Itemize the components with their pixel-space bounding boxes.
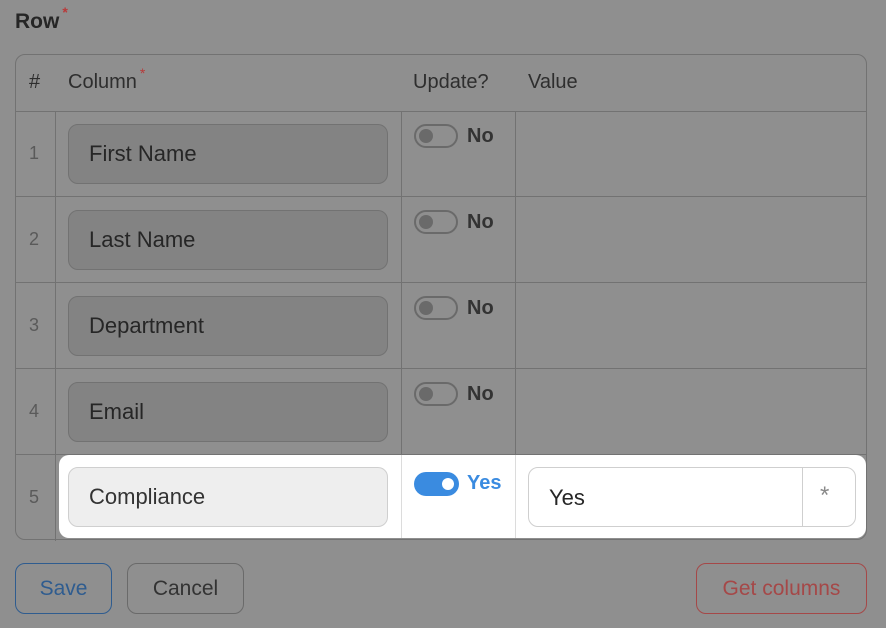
update-toggle-label-active: Yes <box>467 472 502 494</box>
active-row-divider <box>515 455 516 538</box>
table-row: 1 First Name No <box>16 111 866 197</box>
value-input-text[interactable]: Yes <box>549 485 585 511</box>
header-value: Value <box>528 71 578 93</box>
value-field[interactable]: Yes * <box>528 467 856 527</box>
update-toggle[interactable] <box>414 210 458 234</box>
toggle-knob <box>419 129 433 143</box>
row-number: 2 <box>29 229 40 249</box>
table-row: 4 Email No <box>16 369 866 455</box>
header-column: Column * <box>68 65 146 93</box>
active-row-divider <box>401 455 402 538</box>
value-addon-button[interactable]: * <box>802 468 855 526</box>
header-number: # <box>29 71 41 93</box>
update-toggle-label: No <box>467 297 494 319</box>
row-number: 4 <box>29 401 40 421</box>
column-required-marker: * <box>139 65 146 81</box>
update-toggle-label: No <box>467 211 494 233</box>
table-row: 2 Last Name No <box>16 197 866 283</box>
update-toggle[interactable] <box>414 296 458 320</box>
toggle-knob <box>419 301 433 315</box>
cancel-button[interactable]: Cancel <box>127 563 244 614</box>
save-button[interactable]: Save <box>15 563 112 614</box>
table-header: # Column * Update? Value <box>16 55 866 112</box>
get-columns-button[interactable]: Get columns <box>696 563 867 614</box>
update-toggle[interactable] <box>414 124 458 148</box>
header-update: Update? <box>413 71 489 93</box>
section-title: Row * <box>15 4 68 34</box>
column-field[interactable]: First Name <box>68 124 388 184</box>
column-field[interactable]: Department <box>68 296 388 356</box>
column-field[interactable]: Email <box>68 382 388 442</box>
row-number: 5 <box>29 487 40 507</box>
column-field[interactable]: Last Name <box>68 210 388 270</box>
section-title-text: Row <box>15 10 60 33</box>
asterisk-icon: * <box>820 482 830 509</box>
toggle-knob <box>419 387 433 401</box>
row-number: 1 <box>29 143 40 163</box>
update-toggle-active[interactable] <box>414 472 459 496</box>
update-toggle[interactable] <box>414 382 458 406</box>
table-row: 3 Department No <box>16 283 866 369</box>
row-number: 3 <box>29 315 40 335</box>
required-marker: * <box>62 4 68 20</box>
toggle-knob <box>419 215 433 229</box>
column-field-active[interactable]: Compliance <box>68 467 388 527</box>
update-toggle-label: No <box>467 383 494 405</box>
update-toggle-label: No <box>467 125 494 147</box>
toggle-knob <box>442 478 454 490</box>
